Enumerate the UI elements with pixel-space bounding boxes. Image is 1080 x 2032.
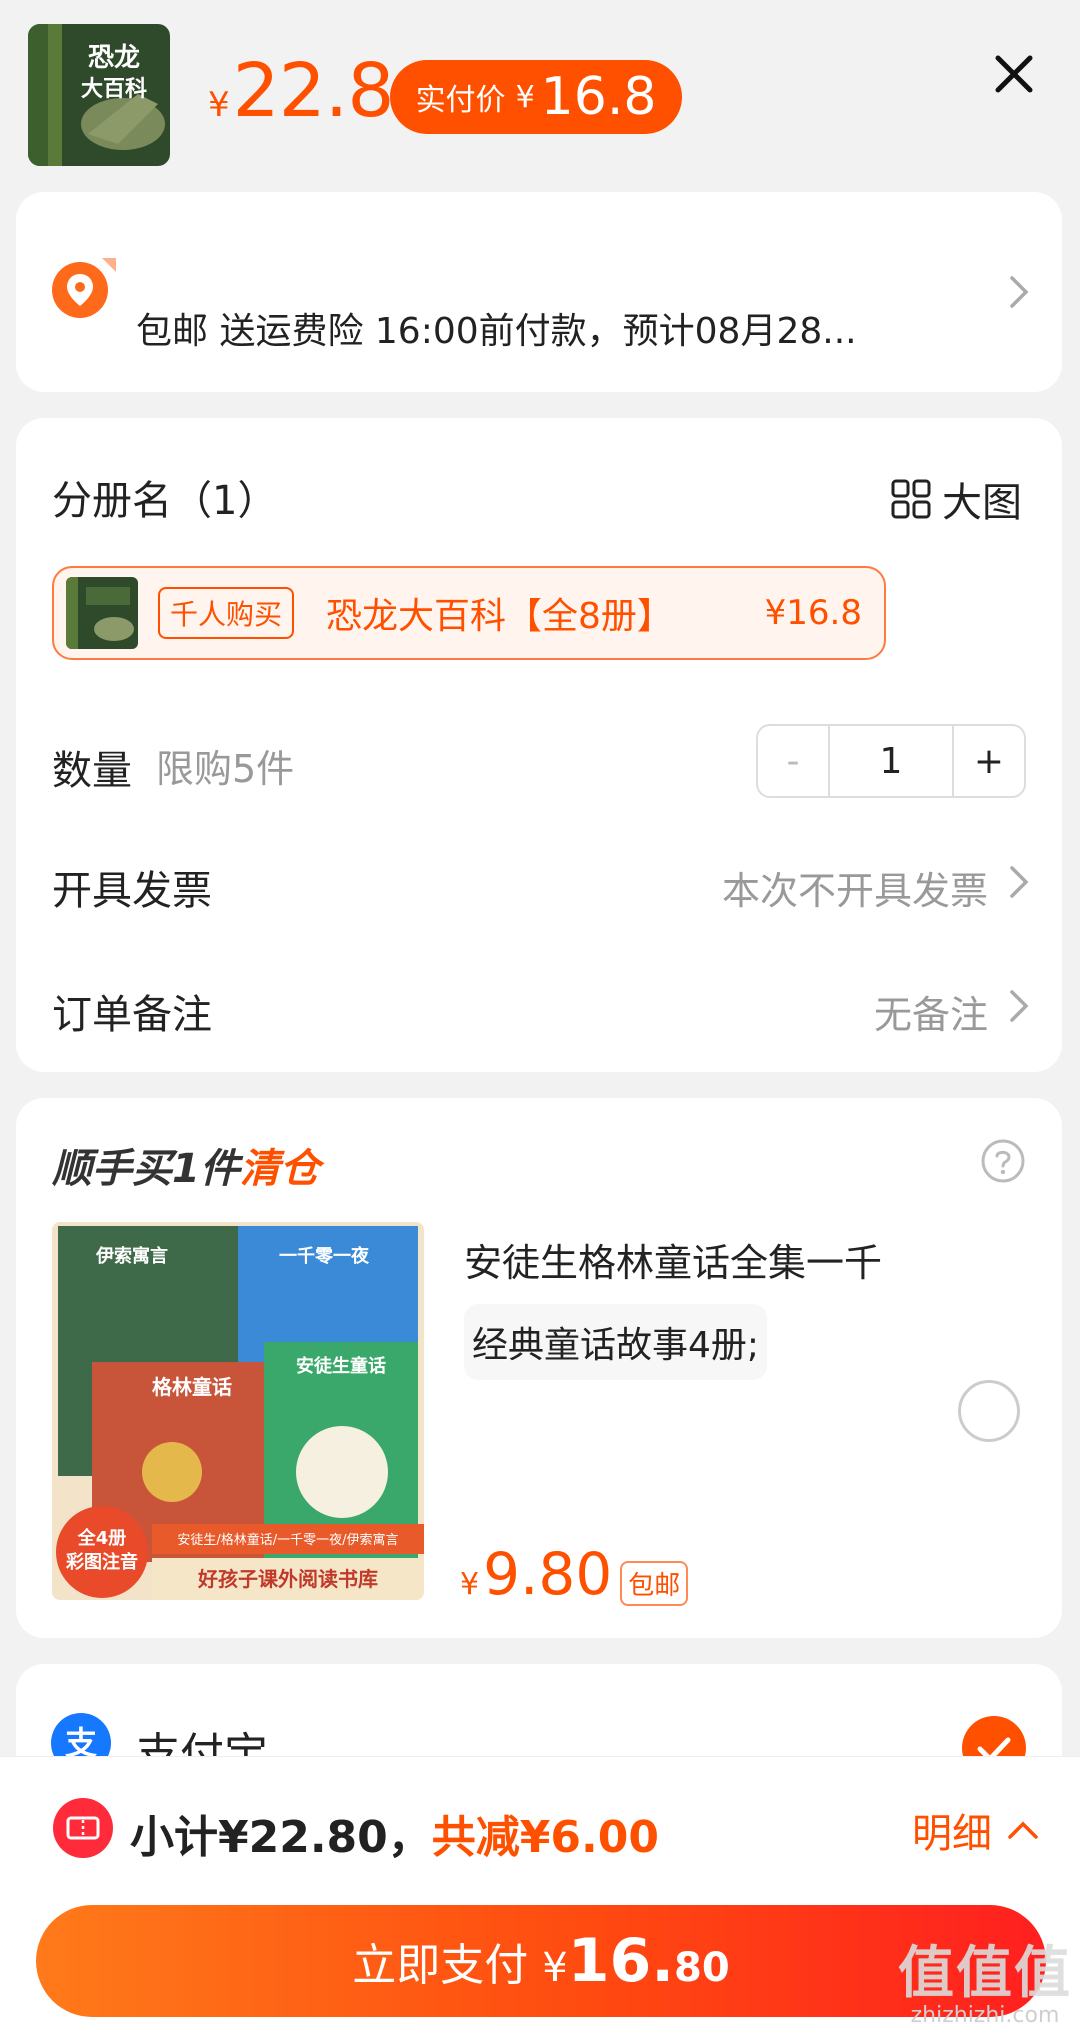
quantity-stepper: - 1 + xyxy=(756,724,1026,798)
quantity-label: 数量 xyxy=(52,748,132,794)
big-image-button[interactable]: 大图 xyxy=(890,470,1022,528)
detail-label: 明细 xyxy=(912,1811,992,1857)
svg-text:好孩子课外阅读书库: 好孩子课外阅读书库 xyxy=(197,1567,378,1591)
watermark-logo: 值值值 xyxy=(898,1941,1072,2006)
address-card[interactable]: 包邮 送运费险 16:00前付款，预计08月28... xyxy=(16,192,1062,392)
svg-text:安徒生/格林童话/一千零一夜/伊索寓言: 安徒生/格林童话/一千零一夜/伊索寓言 xyxy=(177,1532,398,1548)
chevron-right-icon xyxy=(1010,866,1029,898)
popular-tag: 千人购买 xyxy=(158,587,295,639)
remark-label: 订单备注 xyxy=(52,992,212,1038)
add-on-product-image[interactable]: 伊索寓言 一千零一夜 格林童话 安徒生童话 全4册 彩图注音 安徒生/格林童话/… xyxy=(52,1222,424,1600)
sku-option-thumbnail xyxy=(66,577,138,649)
radio-unchecked-icon[interactable] xyxy=(958,1380,1020,1442)
close-icon[interactable] xyxy=(992,52,1036,96)
checkout-bar: 小计¥22.80，共减¥6.00 明细 立即支付 ¥16.80 值值值 zhiz… xyxy=(0,1756,1080,2032)
add-on-title: 顺手买1件清仓 xyxy=(52,1136,320,1194)
sku-option-price: ¥16.8 xyxy=(764,593,862,633)
currency-symbol: ¥ xyxy=(208,85,230,125)
pay-now-button[interactable]: 立即支付 ¥16.80 xyxy=(36,1905,1046,2017)
quantity-value[interactable]: 1 xyxy=(828,726,954,796)
site-watermark: 值值值 zhizhizhi.com xyxy=(898,1928,1072,2028)
svg-text:恐龙: 恐龙 xyxy=(88,43,140,73)
clearance-label: 清仓 xyxy=(239,1146,320,1192)
grid-icon xyxy=(891,479,931,519)
add-on-title-line2: 经典童话故事4册; xyxy=(464,1304,768,1380)
add-on-price: ¥ 9.80 包邮 xyxy=(460,1540,689,1608)
sku-option-selected[interactable]: 千人购买 恐龙大百科【全8册】 ¥16.8 xyxy=(52,566,886,660)
currency-symbol: ¥ xyxy=(460,1567,480,1602)
order-sheet: 恐龙 大百科 ¥ 22.8 实付价 ¥ 16.8 包邮 送运费险 16:00前付… xyxy=(0,0,1080,2032)
pay-amount-int: 16. xyxy=(567,1926,675,1996)
price-detail-toggle[interactable]: 明细 xyxy=(912,1801,1040,1859)
sku-option-name: 恐龙大百科【全8册】 xyxy=(326,596,673,637)
svg-text:伊索寓言: 伊索寓言 xyxy=(95,1245,168,1267)
add-on-card: 顺手买1件清仓 伊索寓言 一千零一夜 格林童话 安徒生童话 全4册 彩图注音 安… xyxy=(16,1098,1062,1638)
add-on-title-line1: 安徒生格林童话全集一千 xyxy=(464,1241,883,1285)
free-shipping-tag: 包邮 xyxy=(620,1561,689,1606)
sku-card: 分册名（1） 大图 千人购买 恐龙大百科【全8册】 ¥16.8 数量 限购5件 … xyxy=(16,418,1062,1072)
product-thumbnail: 恐龙 大百科 xyxy=(28,24,170,166)
quantity-limit-hint: 限购5件 xyxy=(156,747,295,791)
chevron-right-icon xyxy=(1010,276,1029,308)
pay-now-label: 立即支付 xyxy=(352,1940,529,1991)
invoice-label: 开具发票 xyxy=(52,868,212,914)
location-pin-icon xyxy=(50,254,116,320)
coupon-icon xyxy=(52,1797,114,1859)
help-icon[interactable] xyxy=(980,1138,1026,1184)
svg-text:安徒生童话: 安徒生童话 xyxy=(296,1355,386,1377)
add-on-title-prefix: 顺手买1件 xyxy=(52,1146,240,1192)
original-price-value: 22.8 xyxy=(232,48,395,134)
actual-price-value: 16.8 xyxy=(540,67,657,127)
chevron-up-icon xyxy=(1008,1821,1038,1839)
add-on-price-value: 9.80 xyxy=(483,1540,613,1608)
increase-button[interactable]: + xyxy=(954,726,1024,796)
currency-symbol: ¥ xyxy=(542,1945,568,1991)
actual-price-pill: 实付价 ¥ 16.8 xyxy=(390,60,682,134)
currency-symbol: ¥ xyxy=(515,79,535,115)
svg-text:大百科: 大百科 xyxy=(81,77,147,102)
decrease-button[interactable]: - xyxy=(758,726,828,796)
subtotal: 小计¥22.80，共减¥6.00 xyxy=(130,1801,659,1865)
shipping-info: 包邮 送运费险 16:00前付款，预计08月28... xyxy=(136,311,857,352)
watermark-url: zhizhizhi.com xyxy=(910,2003,1060,2028)
actual-price-label: 实付价 xyxy=(415,83,506,118)
original-price: ¥ 22.8 xyxy=(208,48,395,134)
big-image-label: 大图 xyxy=(942,480,1022,526)
volume-group-label: 分册名（1） xyxy=(52,478,278,524)
svg-text:全4册: 全4册 xyxy=(77,1527,127,1549)
svg-text:格林童话: 格林童话 xyxy=(152,1375,232,1399)
svg-text:彩图注音: 彩图注音 xyxy=(65,1551,138,1573)
sheet-header: 恐龙 大百科 ¥ 22.8 实付价 ¥ 16.8 xyxy=(0,0,1080,185)
svg-text:一千零一夜: 一千零一夜 xyxy=(279,1245,370,1267)
remark-value: 无备注 xyxy=(873,993,988,1037)
total-discount: 共减¥6.00 xyxy=(431,1812,659,1863)
chevron-right-icon xyxy=(1010,990,1029,1022)
subtotal-text: 小计¥22.80， xyxy=(130,1812,432,1863)
pay-amount-dec: 80 xyxy=(674,1945,730,1991)
invoice-value: 本次不开具发票 xyxy=(721,869,988,913)
